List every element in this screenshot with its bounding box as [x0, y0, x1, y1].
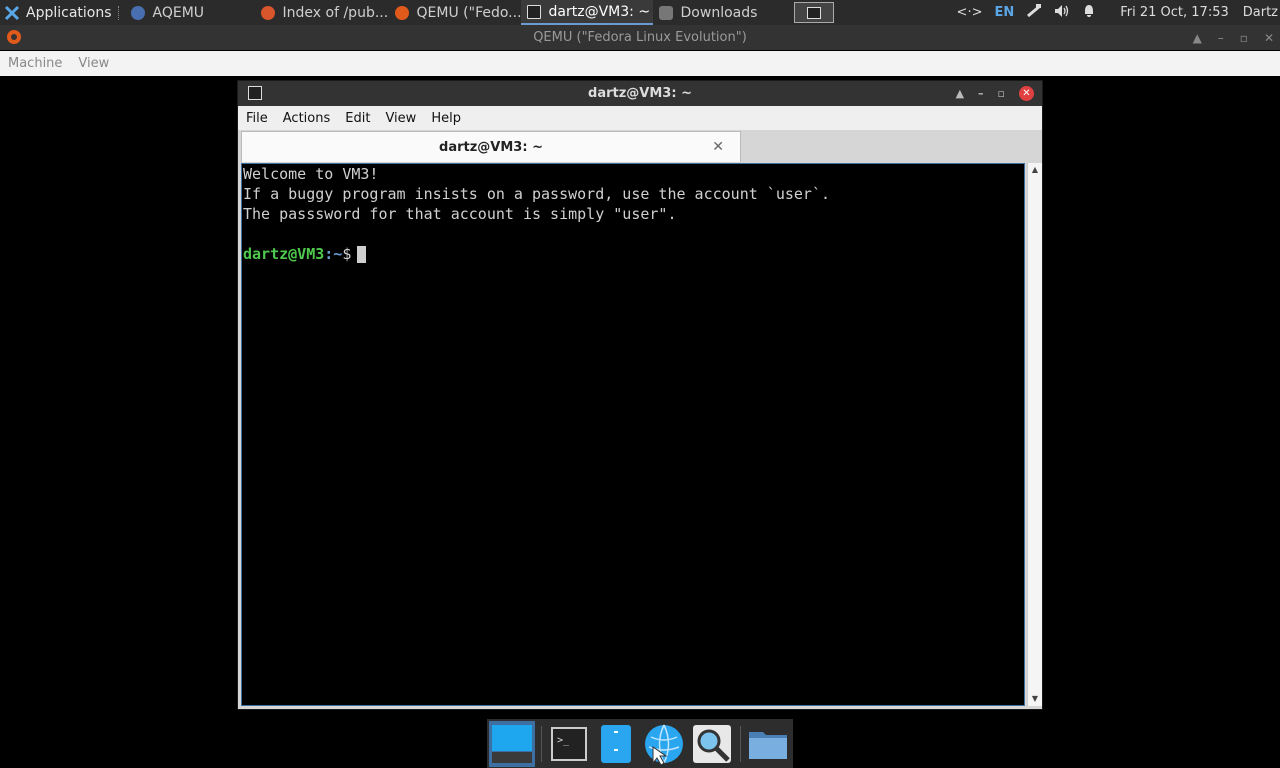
terminal-tab[interactable]: dartz@VM3: ~ ✕ — [241, 131, 741, 162]
tab-label: dartz@VM3: ~ — [439, 139, 543, 155]
system-tray: <·> EN Fri 21 Oct, 17:53 Dartz — [945, 0, 1280, 25]
aqemu-icon — [130, 5, 145, 20]
task-terminal[interactable]: dartz@VM3: ~ — [520, 0, 653, 25]
close-icon[interactable]: ✕ — [1019, 86, 1034, 101]
terminal-icon: >_ — [550, 726, 587, 761]
terminal-tabbar: dartz@VM3: ~ ✕ — [238, 130, 1042, 162]
menu-edit[interactable]: Edit — [345, 111, 370, 126]
terminal-window: dartz@VM3: ~ ▲ – ▫ ✕ File Actions Edit V… — [237, 80, 1043, 710]
keyboard-layout-indicator[interactable]: EN — [994, 5, 1014, 20]
prompt-user: dartz@VM3 — [243, 245, 325, 263]
output-line: Welcome to VM3! — [243, 165, 379, 183]
output-line: If a buggy program insists on a password… — [243, 185, 830, 203]
folder-icon — [749, 731, 788, 759]
dock-web-browser[interactable] — [641, 721, 687, 767]
shade-icon[interactable]: ▲ — [1193, 31, 1202, 45]
menu-file[interactable]: File — [246, 111, 268, 126]
menu-help[interactable]: Help — [431, 111, 461, 126]
dock-terminal[interactable]: >_ — [546, 721, 592, 767]
terminal-scrollbar[interactable]: ▲ ▼ — [1027, 163, 1042, 706]
text-cursor — [357, 246, 367, 263]
menu-actions[interactable]: Actions — [283, 111, 331, 126]
qemu-menubar: Machine View — [0, 51, 1280, 76]
notification-bell-icon[interactable] — [1082, 4, 1096, 22]
folder-icon — [658, 5, 673, 20]
terminal-icon — [248, 86, 262, 100]
search-icon — [692, 724, 731, 763]
clock[interactable]: Fri 21 Oct, 17:53 — [1120, 5, 1229, 20]
shade-icon[interactable]: ▲ — [956, 87, 964, 100]
workspace-switcher[interactable] — [794, 2, 834, 23]
dock-show-desktop[interactable] — [489, 720, 535, 767]
applications-label: Applications — [26, 4, 112, 21]
task-label: AQEMU — [152, 4, 205, 21]
terminal-menubar: File Actions Edit View Help — [238, 106, 1042, 130]
scroll-up-icon[interactable]: ▲ — [1028, 163, 1042, 177]
task-label: QEMU ("Fedo... — [416, 4, 521, 21]
task-aqemu[interactable]: AQEMU — [125, 0, 255, 25]
terminal-window-title: dartz@VM3: ~ — [588, 86, 692, 101]
qemu-window-buttons: ▲ – ▫ ✕ — [1193, 25, 1274, 50]
network-icon[interactable]: <·> — [957, 5, 983, 20]
menu-view[interactable]: View — [78, 56, 109, 71]
firefox-icon — [260, 5, 275, 20]
terminal-mini-icon — [807, 6, 821, 19]
dock-search[interactable] — [689, 721, 735, 767]
menu-view[interactable]: View — [385, 111, 416, 126]
terminal-titlebar: dartz@VM3: ~ ▲ – ▫ ✕ — [238, 81, 1042, 106]
volume-icon[interactable] — [1054, 4, 1070, 22]
prompt-line: dartz@VM3:~$ — [243, 244, 1024, 264]
prompt-symbol: $ — [342, 245, 352, 263]
qemu-icon — [7, 30, 21, 44]
tab-close-icon[interactable]: ✕ — [712, 139, 724, 155]
qemu-icon — [394, 5, 409, 20]
menu-machine[interactable]: Machine — [8, 56, 62, 71]
power-icon[interactable] — [1026, 3, 1042, 22]
minimize-icon[interactable]: – — [978, 87, 984, 100]
task-label: Index of /pub... — [282, 4, 389, 21]
maximize-icon[interactable]: ▫ — [998, 87, 1005, 100]
applications-menu[interactable]: Applications — [0, 0, 112, 25]
dock-separator — [740, 725, 742, 762]
terminal-output[interactable]: Welcome to VM3! If a buggy program insis… — [241, 163, 1025, 706]
minimize-icon[interactable]: – — [1218, 31, 1224, 45]
terminal-window-buttons: ▲ – ▫ ✕ — [956, 81, 1034, 106]
task-qemu[interactable]: QEMU ("Fedo... — [389, 0, 521, 25]
dock-folder[interactable] — [745, 721, 791, 767]
task-label: dartz@VM3: ~ — [548, 3, 651, 20]
host-top-panel: Applications AQEMU Index of /pub... QEMU… — [0, 0, 1280, 25]
scroll-down-icon[interactable]: ▼ — [1028, 692, 1042, 706]
close-icon[interactable]: ✕ — [1264, 31, 1274, 45]
task-firefox[interactable]: Index of /pub... — [255, 0, 389, 25]
maximize-icon[interactable]: ▫ — [1240, 31, 1248, 45]
desktop-icon — [491, 724, 532, 763]
dock: >_ — [487, 719, 793, 768]
task-downloads[interactable]: Downloads — [653, 0, 793, 25]
terminal-icon — [526, 4, 541, 19]
dock-separator — [540, 725, 542, 762]
xfce-logo-icon — [4, 5, 20, 20]
svg-text:>_: >_ — [557, 735, 570, 746]
task-label: Downloads — [680, 4, 758, 21]
prompt-path: :~ — [324, 245, 343, 263]
web-browser-icon — [644, 724, 683, 765]
qemu-window-title: QEMU ("Fedora Linux Evolution") — [533, 30, 747, 45]
qemu-window-titlebar: QEMU ("Fedora Linux Evolution") ▲ – ▫ ✕ — [0, 25, 1280, 50]
panel-separator — [117, 5, 119, 20]
output-line: The passsword for that account is simply… — [243, 205, 677, 223]
dock-file-manager[interactable] — [593, 721, 639, 767]
file-manager-icon — [601, 724, 632, 763]
user-menu[interactable]: Dartz — [1243, 5, 1278, 20]
